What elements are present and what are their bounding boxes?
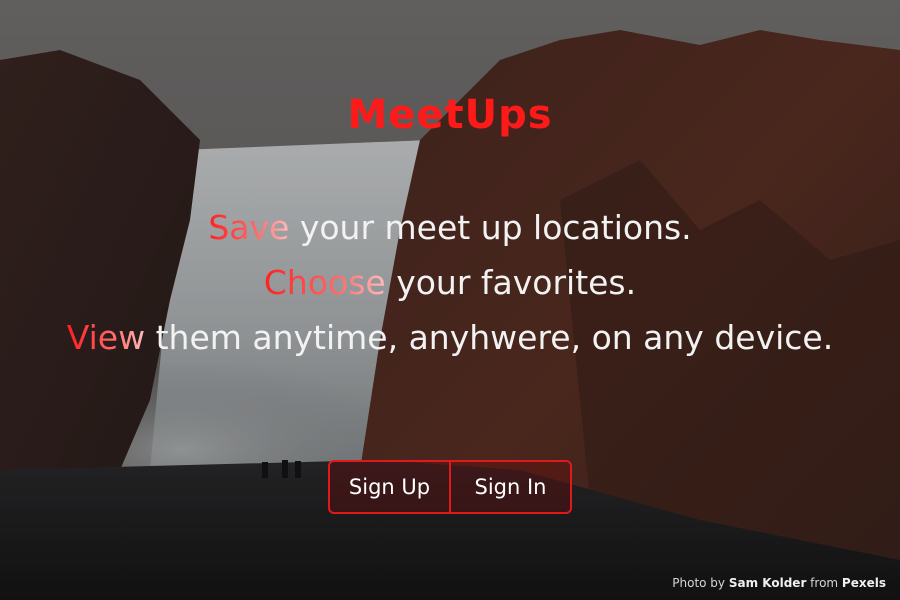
hero-section: MeetUps Save your meet up locations. Cho… bbox=[0, 0, 900, 600]
tagline-line-view: View them anytime, anyhwere, on any devi… bbox=[60, 310, 840, 365]
tagline-highlight: View bbox=[66, 318, 146, 357]
tagline-text: your meet up locations. bbox=[289, 208, 692, 247]
tagline-highlight: Save bbox=[208, 208, 290, 247]
sign-in-button[interactable]: Sign In bbox=[451, 462, 570, 512]
tagline-line-choose: Choose your favorites. bbox=[60, 255, 840, 310]
tagline-highlight: Choose bbox=[263, 263, 386, 302]
auth-button-group: Sign Up Sign In bbox=[328, 460, 572, 514]
tagline-line-save: Save your meet up locations. bbox=[60, 200, 840, 255]
photo-credit: Photo by Sam Kolder from Pexels bbox=[672, 576, 886, 590]
tagline-text: them anytime, anyhwere, on any device. bbox=[145, 318, 834, 357]
credit-author: Sam Kolder bbox=[728, 576, 807, 590]
sign-up-button[interactable]: Sign Up bbox=[330, 462, 449, 512]
tagline-text: your favorites. bbox=[385, 263, 637, 302]
credit-prefix: Photo by bbox=[672, 576, 729, 590]
credit-source: Pexels bbox=[841, 576, 886, 590]
tagline: Save your meet up locations. Choose your… bbox=[60, 200, 840, 365]
brand-title: MeetUps bbox=[347, 92, 553, 138]
credit-middle: from bbox=[806, 576, 842, 590]
